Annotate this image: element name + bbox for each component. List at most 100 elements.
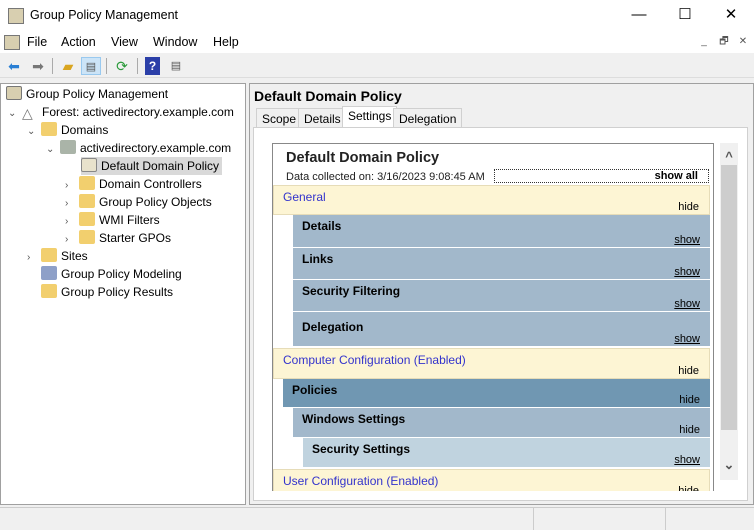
gpmc-app-icon — [8, 8, 24, 24]
show-link[interactable]: show — [674, 266, 700, 278]
tree-domains[interactable]: ⌄ Domains — [27, 121, 108, 139]
tree-group-policy-modeling[interactable]: Group Policy Modeling — [41, 265, 182, 283]
up-folder-icon[interactable]: ▰ — [58, 57, 78, 75]
hide-link[interactable]: hide — [679, 424, 700, 436]
toolbar: ⬅ ➡ ▰ ▤ ⟳ ? ▤ — [0, 54, 754, 78]
show-all-link[interactable]: show all — [494, 169, 709, 183]
starter-gpo-folder-icon — [79, 230, 95, 244]
tree-label: WMI Filters — [99, 213, 160, 227]
toolbar-separator — [106, 58, 107, 74]
menu-view[interactable]: View — [111, 35, 138, 49]
tree-forest[interactable]: ⌄ △ Forest: activedirectory.example.com — [8, 103, 234, 121]
results-icon — [41, 284, 57, 298]
modeling-icon — [41, 266, 57, 280]
tree-label: Domains — [61, 123, 109, 137]
tree-domain-controllers[interactable]: › Domain Controllers — [65, 175, 202, 193]
hide-link[interactable]: hide — [678, 365, 699, 377]
tree-sites[interactable]: › Sites — [27, 247, 88, 265]
chevron-right-icon[interactable]: › — [27, 249, 41, 267]
tree-domain[interactable]: ⌄ activedirectory.example.com — [46, 139, 231, 157]
gpo-folder-icon — [79, 194, 95, 208]
section-label: Windows Settings — [302, 412, 406, 426]
system-menu-icon[interactable] — [4, 35, 20, 50]
tree-default-domain-policy[interactable]: Default Domain Policy — [81, 157, 223, 175]
tree-label: Starter GPOs — [99, 231, 172, 245]
show-link[interactable]: show — [674, 333, 700, 345]
title-bar: Group Policy Management — ☐ ✕ — [0, 0, 754, 32]
gpo-link-icon — [81, 158, 97, 172]
domain-icon — [60, 140, 76, 154]
tree-label: Forest: activedirectory.example.com — [42, 105, 234, 119]
tree-root[interactable]: Group Policy Management — [6, 85, 168, 103]
tree-starter-gpos[interactable]: › Starter GPOs — [65, 229, 171, 247]
show-hide-tree-icon[interactable]: ▤ — [81, 57, 101, 75]
tree-label: Group Policy Objects — [99, 195, 212, 209]
section-general[interactable]: General hide — [273, 185, 710, 215]
report-title: Default Domain Policy — [286, 150, 440, 166]
close-button[interactable]: ✕ — [708, 0, 754, 32]
section-label: Details — [302, 219, 342, 233]
tree-label: Group Policy Results — [61, 285, 174, 299]
hide-link[interactable]: hide — [678, 201, 699, 213]
mdi-close-button[interactable]: ✕ — [734, 34, 752, 50]
tree-label: Group Policy Modeling — [61, 267, 182, 281]
help-icon[interactable]: ? — [145, 57, 160, 75]
chevron-down-icon[interactable]: ⌄ — [27, 123, 41, 141]
tree-wmi-filters[interactable]: › WMI Filters — [65, 211, 160, 229]
page-title: Default Domain Policy — [254, 88, 402, 104]
tree-group-policy-objects[interactable]: › Group Policy Objects — [65, 193, 212, 211]
maximize-button[interactable]: ☐ — [662, 0, 708, 32]
menu-help[interactable]: Help — [213, 35, 239, 49]
section-delegation[interactable]: Delegation show — [293, 312, 710, 347]
toolbar-separator — [52, 58, 53, 74]
scrollbar-thumb[interactable] — [721, 165, 737, 430]
section-label: Security Settings — [312, 442, 411, 456]
show-link[interactable]: show — [674, 234, 700, 246]
scroll-up-icon[interactable]: ^ — [720, 149, 738, 164]
section-windows-settings[interactable]: Windows Settings hide — [293, 408, 710, 438]
menu-file[interactable]: File — [27, 35, 47, 49]
section-label: Policies — [292, 383, 338, 397]
hide-link[interactable]: hide — [679, 394, 700, 406]
status-divider — [533, 508, 534, 530]
menu-window[interactable]: Window — [153, 35, 197, 49]
tab-scope[interactable]: Scope — [256, 108, 303, 127]
vertical-scrollbar[interactable]: ^ ⌄ — [720, 143, 738, 480]
action-pane-icon[interactable]: ▤ — [166, 57, 186, 75]
scroll-down-icon[interactable]: ⌄ — [720, 457, 738, 473]
section-label: User Configuration (Enabled) — [283, 474, 439, 488]
refresh-icon[interactable]: ⟳ — [112, 57, 132, 75]
section-label: Computer Configuration (Enabled) — [283, 353, 466, 367]
forest-icon: △ — [22, 105, 33, 121]
tree-label: Default Domain Policy — [101, 159, 220, 173]
section-policies[interactable]: Policies hide — [283, 379, 710, 408]
section-security-filtering[interactable]: Security Filtering show — [293, 280, 710, 312]
show-link[interactable]: show — [674, 454, 700, 466]
tree-group-policy-results[interactable]: Group Policy Results — [41, 283, 173, 301]
tab-details[interactable]: Details — [298, 108, 347, 127]
menu-action[interactable]: Action — [61, 35, 96, 49]
window-title: Group Policy Management — [30, 8, 178, 22]
mdi-minimize-button[interactable]: _ — [695, 34, 713, 50]
tab-settings[interactable]: Settings — [342, 106, 398, 128]
toolbar-separator — [137, 58, 138, 74]
chevron-down-icon[interactable]: ⌄ — [46, 141, 60, 159]
section-computer-configuration[interactable]: Computer Configuration (Enabled) hide — [273, 348, 710, 379]
status-bar — [0, 507, 754, 530]
show-link[interactable]: show — [674, 298, 700, 310]
console-tree: Group Policy Management ⌄ △ Forest: active… — [0, 83, 246, 505]
section-links[interactable]: Links show — [293, 248, 710, 280]
back-icon[interactable]: ⬅ — [4, 57, 24, 75]
wmi-filter-folder-icon — [79, 212, 95, 226]
mdi-restore-button[interactable]: 🗗 — [715, 34, 733, 50]
tab-delegation[interactable]: Delegation — [393, 108, 463, 127]
status-divider — [665, 508, 666, 530]
section-label: Links — [302, 252, 334, 266]
section-details[interactable]: Details show — [293, 215, 710, 248]
hide-link[interactable]: hide — [678, 485, 699, 491]
minimize-button[interactable]: — — [616, 0, 662, 32]
section-security-settings[interactable]: Security Settings show — [303, 438, 710, 468]
forward-icon[interactable]: ➡ — [28, 57, 48, 75]
section-user-configuration[interactable]: User Configuration (Enabled) hide — [273, 469, 710, 491]
chevron-down-icon[interactable]: ⌄ — [8, 105, 22, 123]
